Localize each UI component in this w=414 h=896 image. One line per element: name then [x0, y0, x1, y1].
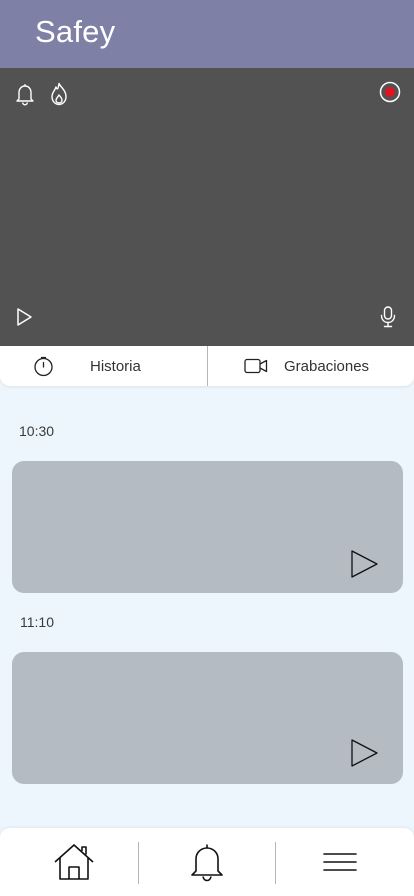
menu-icon [322, 851, 358, 873]
bell-icon[interactable] [13, 82, 37, 106]
nav-notifications[interactable] [186, 842, 228, 882]
bell-icon [189, 842, 225, 882]
tab-historia-label: Historia [90, 357, 141, 375]
tab-divider [207, 346, 208, 386]
recording-card[interactable] [12, 461, 403, 593]
recording-card[interactable] [12, 652, 403, 784]
microphone-icon[interactable] [376, 304, 400, 330]
play-icon[interactable] [12, 305, 36, 329]
live-video-view[interactable] [0, 68, 414, 346]
play-icon[interactable] [347, 547, 381, 581]
app-header: Safey [0, 0, 414, 68]
tab-grabaciones[interactable]: Grabaciones [244, 346, 410, 386]
tab-grabaciones-label: Grabaciones [284, 357, 370, 375]
home-icon [53, 843, 95, 881]
recording-time: 10:30 [19, 423, 55, 439]
recording-time: 11:10 [20, 614, 54, 630]
flame-icon[interactable] [47, 81, 71, 107]
tab-bar: Historia Grabaciones [0, 346, 414, 386]
bottom-navigation [0, 828, 414, 896]
nav-divider [138, 842, 139, 884]
play-icon[interactable] [347, 736, 381, 770]
nav-divider [275, 842, 276, 884]
app-title: Safey [35, 14, 116, 49]
clock-icon [33, 356, 54, 377]
record-icon[interactable] [378, 80, 402, 104]
tab-historia[interactable]: Historia [33, 346, 203, 386]
nav-menu[interactable] [320, 842, 360, 882]
nav-home[interactable] [52, 842, 96, 882]
video-camera-icon [244, 358, 268, 374]
